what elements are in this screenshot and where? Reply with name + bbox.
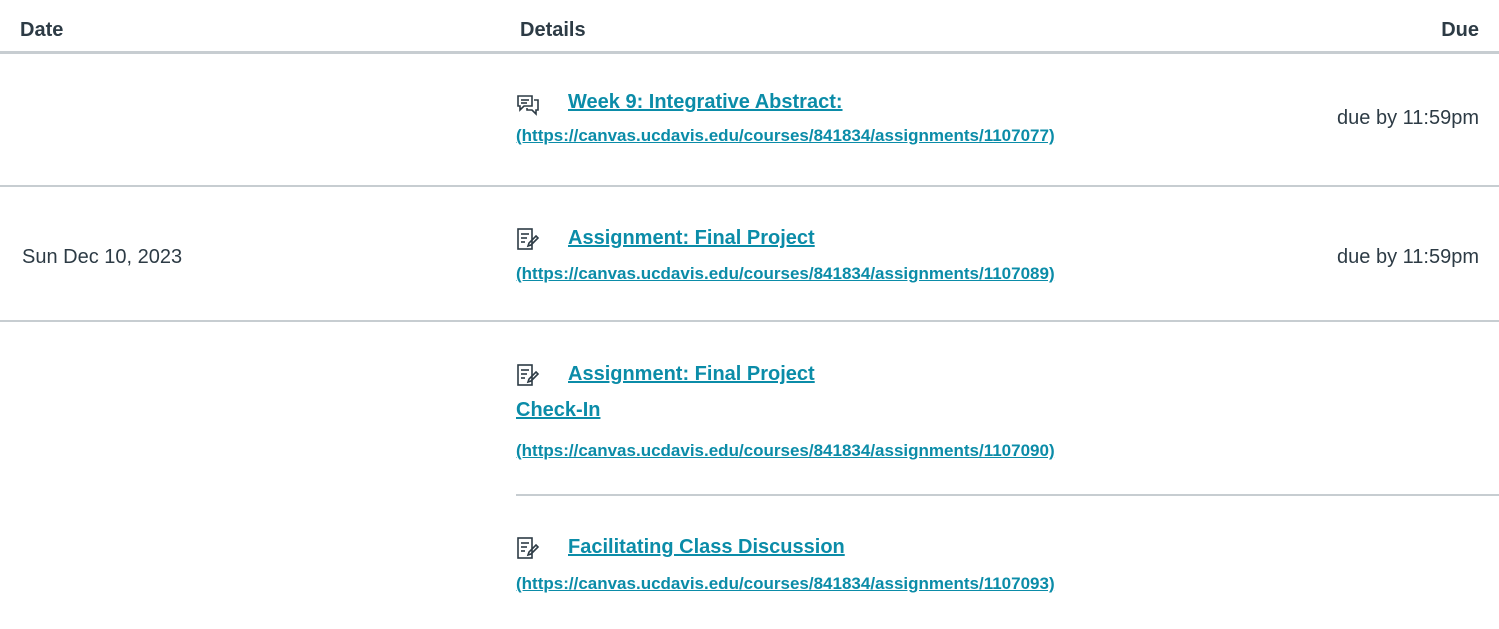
due-date: Sun Dec 10, 2023 bbox=[22, 246, 183, 268]
due-time: due by 11:59pm bbox=[1337, 246, 1479, 268]
assignment-link-continued[interactable]: Check-In bbox=[516, 398, 600, 422]
assignment-link[interactable]: Week 9: Integrative Abstract: bbox=[568, 90, 843, 114]
row-divider bbox=[0, 185, 1499, 187]
assignment-icon bbox=[516, 363, 540, 387]
assignment-link[interactable]: Facilitating Class Discussion bbox=[568, 535, 845, 559]
column-header-details: Details bbox=[520, 19, 586, 41]
column-header-due: Due bbox=[1441, 19, 1479, 41]
assignment-icon bbox=[516, 536, 540, 560]
row-divider bbox=[0, 320, 1499, 322]
assignment-url-link[interactable]: (https://canvas.ucdavis.edu/courses/8418… bbox=[516, 264, 1055, 284]
assignment-link[interactable]: Assignment: Final Project bbox=[568, 362, 815, 386]
assignment-url-link[interactable]: (https://canvas.ucdavis.edu/courses/8418… bbox=[516, 441, 1055, 461]
assignment-link[interactable]: Assignment: Final Project bbox=[568, 226, 815, 250]
assignment-icon bbox=[516, 227, 540, 251]
assignment-url-link[interactable]: (https://canvas.ucdavis.edu/courses/8418… bbox=[516, 574, 1055, 594]
header-divider bbox=[0, 51, 1499, 54]
syllabus-table-header: Date Details Due bbox=[0, 0, 1499, 54]
row-divider bbox=[516, 494, 1499, 496]
discussion-icon bbox=[516, 93, 540, 117]
column-header-date: Date bbox=[20, 19, 64, 41]
due-time: due by 11:59pm bbox=[1337, 107, 1479, 129]
assignment-url-link[interactable]: (https://canvas.ucdavis.edu/courses/8418… bbox=[516, 126, 1055, 146]
